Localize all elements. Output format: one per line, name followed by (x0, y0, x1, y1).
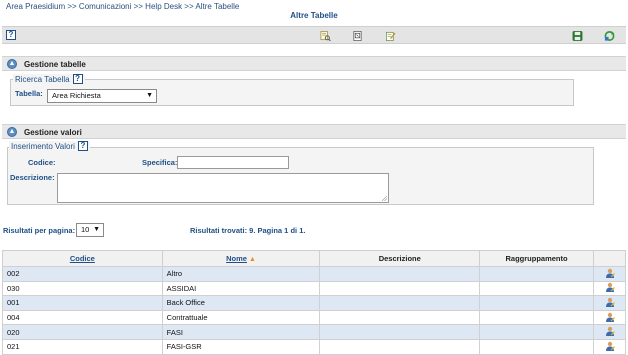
sort-asc-icon: ▲ (248, 256, 256, 263)
edit-user-icon[interactable] (605, 297, 615, 307)
cell-nome: FASI (161, 324, 321, 340)
table-row[interactable]: 030 ASSIDAI (2, 280, 626, 297)
results-summary: Risultati trovati: 9. Pagina 1 di 1. (190, 226, 306, 235)
table-row[interactable]: 002 Altro (2, 266, 626, 282)
cell-nome: Back Office (161, 295, 321, 311)
cell-descrizione (319, 280, 481, 297)
sort-codice-link[interactable]: Codice (70, 254, 95, 263)
tabella-select[interactable]: Area Richiesta ▼ (47, 89, 157, 103)
page-title: Altre Tabelle (290, 11, 338, 20)
table-row[interactable]: 004 Contrattuale (2, 309, 626, 326)
edit-user-icon[interactable] (605, 312, 615, 322)
chevron-down-icon: ▼ (146, 92, 153, 99)
ricerca-tabella-legend: Ricerca Tabella ? (13, 74, 85, 84)
column-header-nome[interactable]: Nome ▲ (161, 250, 321, 267)
legend-label: Inserimento Valori (11, 141, 75, 151)
edit-user-icon[interactable] (605, 341, 615, 351)
cell-codice: 002 (2, 266, 163, 282)
section-gestione-tabelle[interactable]: ▲ Gestione tabelle (2, 56, 626, 71)
cell-raggruppamento (479, 295, 594, 311)
edit-user-icon[interactable] (605, 282, 615, 293)
breadcrumb: Area Praesidium >> Comunicazioni >> Help… (6, 2, 240, 11)
cell-raggruppamento (479, 309, 594, 326)
cell-codice: 030 (2, 280, 163, 297)
toolbar: ? (2, 26, 626, 44)
cell-descrizione (319, 324, 481, 340)
table-row[interactable]: 020 FASI (2, 324, 626, 340)
tabella-label: Tabella: (15, 89, 43, 98)
raggruppamento-header-label: Raggruppamento (505, 254, 568, 263)
sort-nome-link[interactable]: Nome (226, 254, 247, 263)
save-icon[interactable] (572, 30, 583, 41)
cell-codice: 020 (2, 324, 163, 340)
codice-label: Codice: (28, 158, 56, 167)
descrizione-header-label: Descrizione (378, 254, 421, 263)
per-page-label: Risultati per pagina: (3, 226, 76, 235)
cell-descrizione (319, 295, 481, 311)
edit-note-icon[interactable] (385, 30, 396, 41)
help-icon[interactable]: ? (77, 141, 88, 151)
cell-nome: ASSIDAI (161, 280, 321, 297)
document-icon[interactable] (352, 30, 363, 41)
chevron-down-icon: ▼ (93, 226, 100, 233)
section-title: Gestione valori (24, 128, 82, 137)
cell-descrizione (319, 266, 481, 282)
results-table: Codice Nome ▲ Descrizione Raggruppamento … (2, 250, 626, 355)
collapse-icon[interactable]: ▲ (7, 59, 17, 69)
search-doc-icon[interactable] (320, 30, 331, 41)
descrizione-label: Descrizione: (10, 173, 55, 182)
cell-nome: Altro (161, 266, 321, 282)
cell-descrizione (319, 309, 481, 326)
tabella-selected-value: Area Richiesta (52, 91, 101, 100)
specifica-input[interactable] (177, 156, 289, 169)
table-row[interactable]: 001 Back Office (2, 295, 626, 311)
cell-codice: 004 (2, 309, 163, 326)
column-header-descrizione: Descrizione (319, 250, 481, 267)
help-icon[interactable]: ? (72, 74, 83, 84)
column-header-codice[interactable]: Codice (2, 250, 163, 267)
edit-user-icon[interactable] (605, 268, 615, 278)
section-title: Gestione tabelle (24, 60, 86, 69)
specifica-label: Specifica: (142, 158, 178, 167)
help-icon[interactable]: ? (6, 30, 16, 40)
inserimento-valori-legend: Inserimento Valori ? (9, 141, 90, 151)
refresh-icon[interactable] (604, 30, 615, 41)
cell-codice: 001 (2, 295, 163, 311)
column-header-actions (593, 250, 626, 267)
per-page-select[interactable]: 10 ▼ (76, 223, 104, 237)
edit-user-icon[interactable] (605, 326, 615, 337)
cell-raggruppamento (479, 266, 594, 282)
per-page-value: 10 (81, 225, 90, 234)
cell-raggruppamento (479, 324, 594, 340)
cell-raggruppamento (479, 280, 594, 297)
section-gestione-valori[interactable]: ▲ Gestione valori (2, 124, 626, 139)
column-header-raggruppamento: Raggruppamento (479, 250, 594, 267)
legend-label: Ricerca Tabella (15, 74, 70, 84)
resize-handle-icon[interactable] (381, 195, 387, 201)
collapse-icon[interactable]: ▲ (7, 127, 17, 137)
cell-nome: Contrattuale (161, 309, 321, 326)
descrizione-textarea[interactable] (57, 173, 389, 203)
